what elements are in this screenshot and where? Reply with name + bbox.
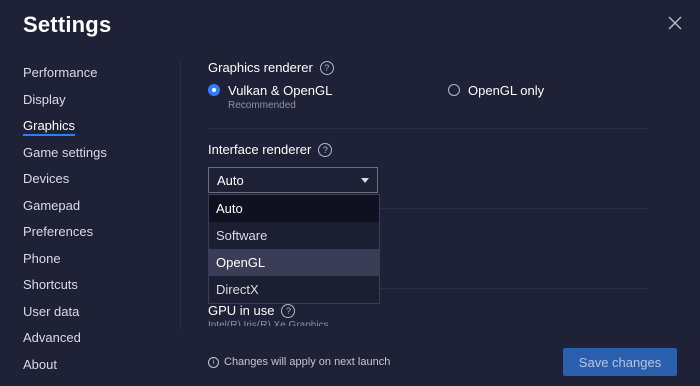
graphics-panel: Graphics renderer ? Vulkan & OpenGL Reco… [208, 60, 648, 119]
info-icon: i [208, 356, 219, 368]
save-button[interactable]: Save changes [563, 348, 677, 376]
interface-renderer-title: Interface renderer [208, 142, 312, 157]
select-value: Auto [217, 172, 244, 188]
sidebar-item-graphics[interactable]: Graphics [23, 113, 163, 140]
sidebar-item-preferences[interactable]: Preferences [23, 219, 163, 246]
radio-vulkan-opengl[interactable]: Vulkan & OpenGL Recommended [208, 83, 332, 111]
radio-checked-icon [208, 84, 220, 96]
sidebar-item-performance[interactable]: Performance [23, 60, 163, 87]
dropdown-option-opengl[interactable]: OpenGL [209, 249, 379, 276]
gpu-title: GPU in use [208, 303, 275, 318]
sidebar-item-user-data[interactable]: User data [23, 299, 163, 326]
dropdown-option-directx[interactable]: DirectX [209, 276, 379, 303]
sidebar-item-gamepad[interactable]: Gamepad [23, 193, 163, 220]
sidebar-item-label: User data [23, 303, 80, 319]
sidebar-item-label: Preferences [23, 224, 94, 239]
radio-sublabel: Recommended [228, 100, 296, 111]
sidebar-item-phone[interactable]: Phone [23, 246, 163, 273]
sidebar-item-label: About [23, 356, 57, 372]
sidebar-item-display[interactable]: Display [23, 87, 163, 114]
page-title: Settings [23, 12, 112, 37]
graphics-renderer-title: Graphics renderer [208, 60, 313, 75]
sidebar-divider [180, 60, 181, 330]
graphics-renderer-options: Vulkan & OpenGL Recommended OpenGL only [208, 83, 648, 119]
section-divider [208, 128, 648, 129]
sidebar-item-label: Display [23, 91, 66, 107]
sidebar-item-label: Devices [23, 171, 70, 186]
interface-renderer-heading: Interface renderer ? [208, 142, 333, 157]
close-icon[interactable] [666, 14, 684, 32]
footer-note-text: Changes will apply on next launch [224, 356, 391, 368]
radio-opengl-only[interactable]: OpenGL only [448, 83, 544, 98]
question-circle-icon[interactable]: ? [318, 142, 333, 157]
dropdown-option-auto[interactable]: Auto [209, 195, 379, 222]
radio-unchecked-icon [448, 84, 460, 96]
sidebar-item-game-settings[interactable]: Game settings [23, 140, 163, 167]
interface-renderer-select[interactable]: Auto [208, 167, 378, 193]
caret-down-icon [361, 177, 369, 183]
footer-note: i Changes will apply on next launch [208, 356, 390, 368]
gpu-value: Intel(R) Iris(R) Xe Graphics [208, 320, 329, 326]
sidebar-item-about[interactable]: About [23, 352, 163, 379]
sidebar-item-label: Advanced [23, 330, 81, 345]
gpu-heading: GPU in use ? [208, 303, 296, 318]
interface-renderer-dropdown: Auto Software OpenGL DirectX [208, 194, 380, 304]
sidebar-item-label: Shortcuts [23, 277, 78, 292]
sidebar-item-label: Game settings [23, 144, 107, 160]
question-circle-icon[interactable]: ? [319, 60, 334, 75]
sidebar-item-label: Graphics [23, 118, 76, 136]
sidebar-item-label: Gamepad [23, 197, 81, 213]
radio-label: Vulkan & OpenGL [228, 83, 333, 98]
graphics-renderer-heading: Graphics renderer ? [208, 60, 648, 75]
sidebar-item-label: Performance [23, 65, 98, 80]
sidebar-item-advanced[interactable]: Advanced [23, 325, 163, 352]
sidebar: Performance Display Graphics Game settin… [23, 60, 163, 378]
sidebar-item-label: Phone [23, 250, 61, 266]
radio-label: OpenGL only [468, 83, 545, 98]
question-circle-icon[interactable]: ? [281, 303, 296, 318]
sidebar-item-shortcuts[interactable]: Shortcuts [23, 272, 163, 299]
sidebar-item-devices[interactable]: Devices [23, 166, 163, 193]
dropdown-option-software[interactable]: Software [209, 222, 379, 249]
settings-window: Settings Performance Display Graphics Ga… [0, 0, 700, 386]
